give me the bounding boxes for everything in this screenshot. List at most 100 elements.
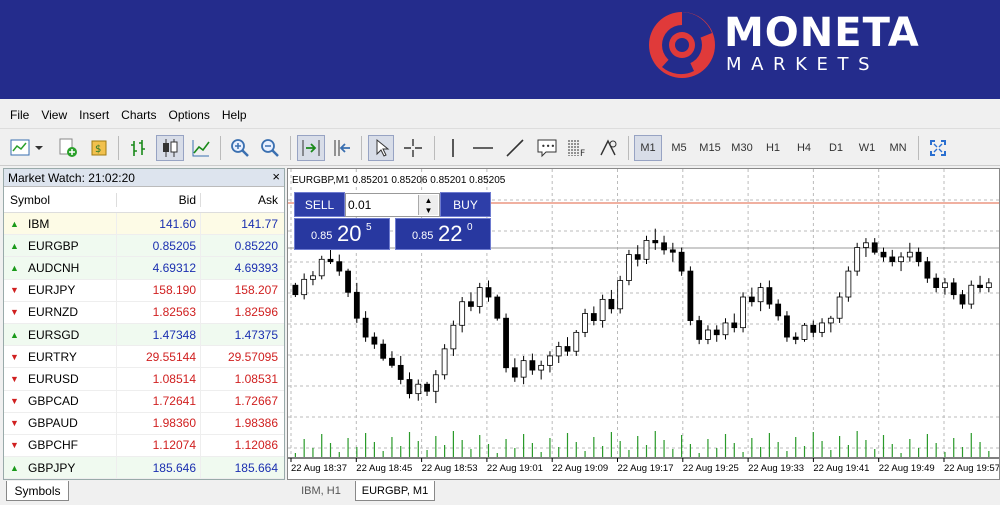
bull-candle	[441, 348, 448, 376]
sell-button[interactable]: SELL	[294, 192, 345, 217]
buy-price-big: 22	[438, 221, 463, 246]
zoom-out-button[interactable]	[258, 135, 282, 161]
symbol-cell: ▲ AUDCNH	[4, 261, 116, 275]
timeframe-m1[interactable]: M1	[634, 135, 662, 161]
table-row[interactable]: ▼ EURTRY 29.55144 29.57095	[4, 346, 284, 369]
table-row[interactable]: ▼ GBPCHF 1.12074 1.12086	[4, 434, 284, 458]
bull-candle	[827, 317, 834, 324]
bid-cell: 1.72641	[116, 390, 200, 412]
time-tick-label: 22 Aug 19:33	[748, 463, 804, 474]
symbol-name: EURUSD	[28, 371, 79, 386]
autoscroll-button[interactable]	[297, 135, 325, 161]
buy-button[interactable]: BUY	[440, 192, 491, 217]
table-row[interactable]: ▲ GBPJPY 185.646 185.664	[4, 457, 284, 480]
chart-shift-button[interactable]	[329, 135, 355, 161]
symbol-cell: ▼ EURJPY	[4, 283, 116, 297]
bear-candle	[608, 298, 615, 310]
shapes-button[interactable]	[596, 135, 622, 161]
menu-insert[interactable]: Insert	[73, 108, 115, 122]
bear-candle	[784, 315, 790, 338]
tab-eurgbp-m1[interactable]: EURGBP, M1	[355, 481, 435, 501]
table-row[interactable]: ▲ IBM 141.60 141.77	[4, 213, 284, 236]
ask-cell: 1.72667	[200, 390, 284, 412]
menu-help[interactable]: Help	[216, 108, 253, 122]
trendline-button[interactable]	[502, 135, 528, 161]
line-chart-button[interactable]	[188, 135, 214, 161]
candlestick-button[interactable]	[156, 135, 184, 161]
new-chart-button[interactable]	[8, 135, 46, 161]
timeframe-m5[interactable]: M5	[665, 135, 693, 161]
symbol-name: GBPAUD	[28, 416, 78, 431]
market-watch-button[interactable]: $	[86, 135, 112, 161]
fibonacci-button[interactable]: F	[564, 135, 590, 161]
buy-price-quote[interactable]: 0.85 22 0	[395, 218, 491, 250]
symbol-name: EURGBP	[28, 238, 79, 253]
spin-up-icon[interactable]: ▲	[419, 195, 438, 205]
zoom-in-button[interactable]	[228, 135, 252, 161]
table-row[interactable]: ▼ EURUSD 1.08514 1.08531	[4, 368, 284, 391]
timeframe-h4[interactable]: H4	[790, 135, 818, 161]
lot-spinner[interactable]: ▲ ▼	[418, 195, 438, 215]
bear-candle	[880, 251, 887, 258]
bull-candle	[854, 247, 861, 272]
bear-candle	[362, 317, 369, 338]
menu-charts[interactable]: Charts	[115, 108, 162, 122]
text-label-button[interactable]: •••	[534, 135, 560, 161]
column-header-symbol[interactable]: Symbol	[4, 193, 116, 207]
table-row[interactable]: ▼ GBPCAD 1.72641 1.72667	[4, 390, 284, 413]
bear-candle	[977, 284, 983, 288]
column-header-bid[interactable]: Bid	[116, 192, 200, 207]
ask-cell: 1.47375	[200, 323, 284, 346]
bid-cell: 1.12074	[116, 434, 200, 457]
buy-price-prefix: 0.85	[412, 230, 434, 242]
new-chart-icon	[10, 139, 43, 156]
timeframe-w1[interactable]: W1	[853, 135, 881, 161]
arrow-down-icon: ▼	[10, 373, 19, 384]
symbol-cell: ▲ EURGBP	[4, 239, 116, 253]
close-icon[interactable]: ×	[272, 169, 280, 184]
menu-view[interactable]: View	[35, 108, 73, 122]
chart-symbol-info: EURGBP,M1 0.85201 0.85206 0.85201 0.8520…	[292, 175, 506, 186]
profiles-button[interactable]	[55, 135, 81, 161]
column-header-ask[interactable]: Ask	[200, 192, 284, 207]
table-row[interactable]: ▼ GBPAUD 1.98360 1.98386	[4, 412, 284, 435]
lot-size-input[interactable]	[348, 196, 418, 214]
horizontal-line-button[interactable]	[470, 135, 496, 161]
timeframe-m15[interactable]: M15	[696, 135, 724, 161]
toolbar-separator	[220, 136, 221, 160]
spin-down-icon[interactable]: ▼	[419, 205, 438, 215]
cursor-button[interactable]	[368, 135, 394, 161]
tab-eurgbp-label: EURGBP, M1	[361, 484, 429, 497]
bull-candle	[705, 329, 711, 340]
tab-ibm-m1[interactable]: IBM, H1	[287, 481, 355, 501]
menu-file[interactable]: File	[4, 108, 35, 122]
timeframe-mn[interactable]: MN	[884, 135, 912, 161]
bid-cell: 158.190	[116, 279, 200, 301]
timeframe-m30[interactable]: M30	[728, 135, 756, 161]
symbol-name: GBPJPY	[28, 460, 76, 475]
table-row[interactable]: ▼ EURJPY 158.190 158.207	[4, 279, 284, 302]
table-row[interactable]: ▲ AUDCNH 4.69312 4.69393	[4, 257, 284, 280]
fullscreen-button[interactable]	[926, 135, 950, 161]
bull-candle	[310, 275, 316, 280]
bull-candle	[906, 251, 913, 258]
vertical-line-button[interactable]	[442, 135, 464, 161]
market-watch-panel: Market Watch: 21:02:20 × Symbol Bid Ask …	[3, 168, 285, 480]
bar-chart-button[interactable]	[126, 135, 152, 161]
tab-symbols[interactable]: Symbols	[6, 481, 69, 501]
table-row[interactable]: ▼ EURNZD 1.82563 1.82596	[4, 301, 284, 324]
table-row[interactable]: ▲ EURSGD 1.47348 1.47375	[4, 323, 284, 347]
crosshair-button[interactable]	[400, 135, 426, 161]
bear-candle	[634, 254, 641, 260]
sell-price-quote[interactable]: 0.85 20 5	[294, 218, 390, 250]
bear-candle	[775, 303, 782, 317]
bear-candle	[678, 251, 685, 272]
time-tick-label: 22 Aug 18:45	[356, 463, 412, 474]
timeframe-d1[interactable]: D1	[822, 135, 850, 161]
bull-candle	[617, 280, 624, 310]
bear-candle	[889, 256, 896, 263]
timeframe-h1[interactable]: H1	[759, 135, 787, 161]
money-icon: $	[91, 140, 107, 156]
menu-options[interactable]: Options	[163, 108, 216, 122]
table-row[interactable]: ▲ EURGBP 0.85205 0.85220	[4, 235, 284, 258]
